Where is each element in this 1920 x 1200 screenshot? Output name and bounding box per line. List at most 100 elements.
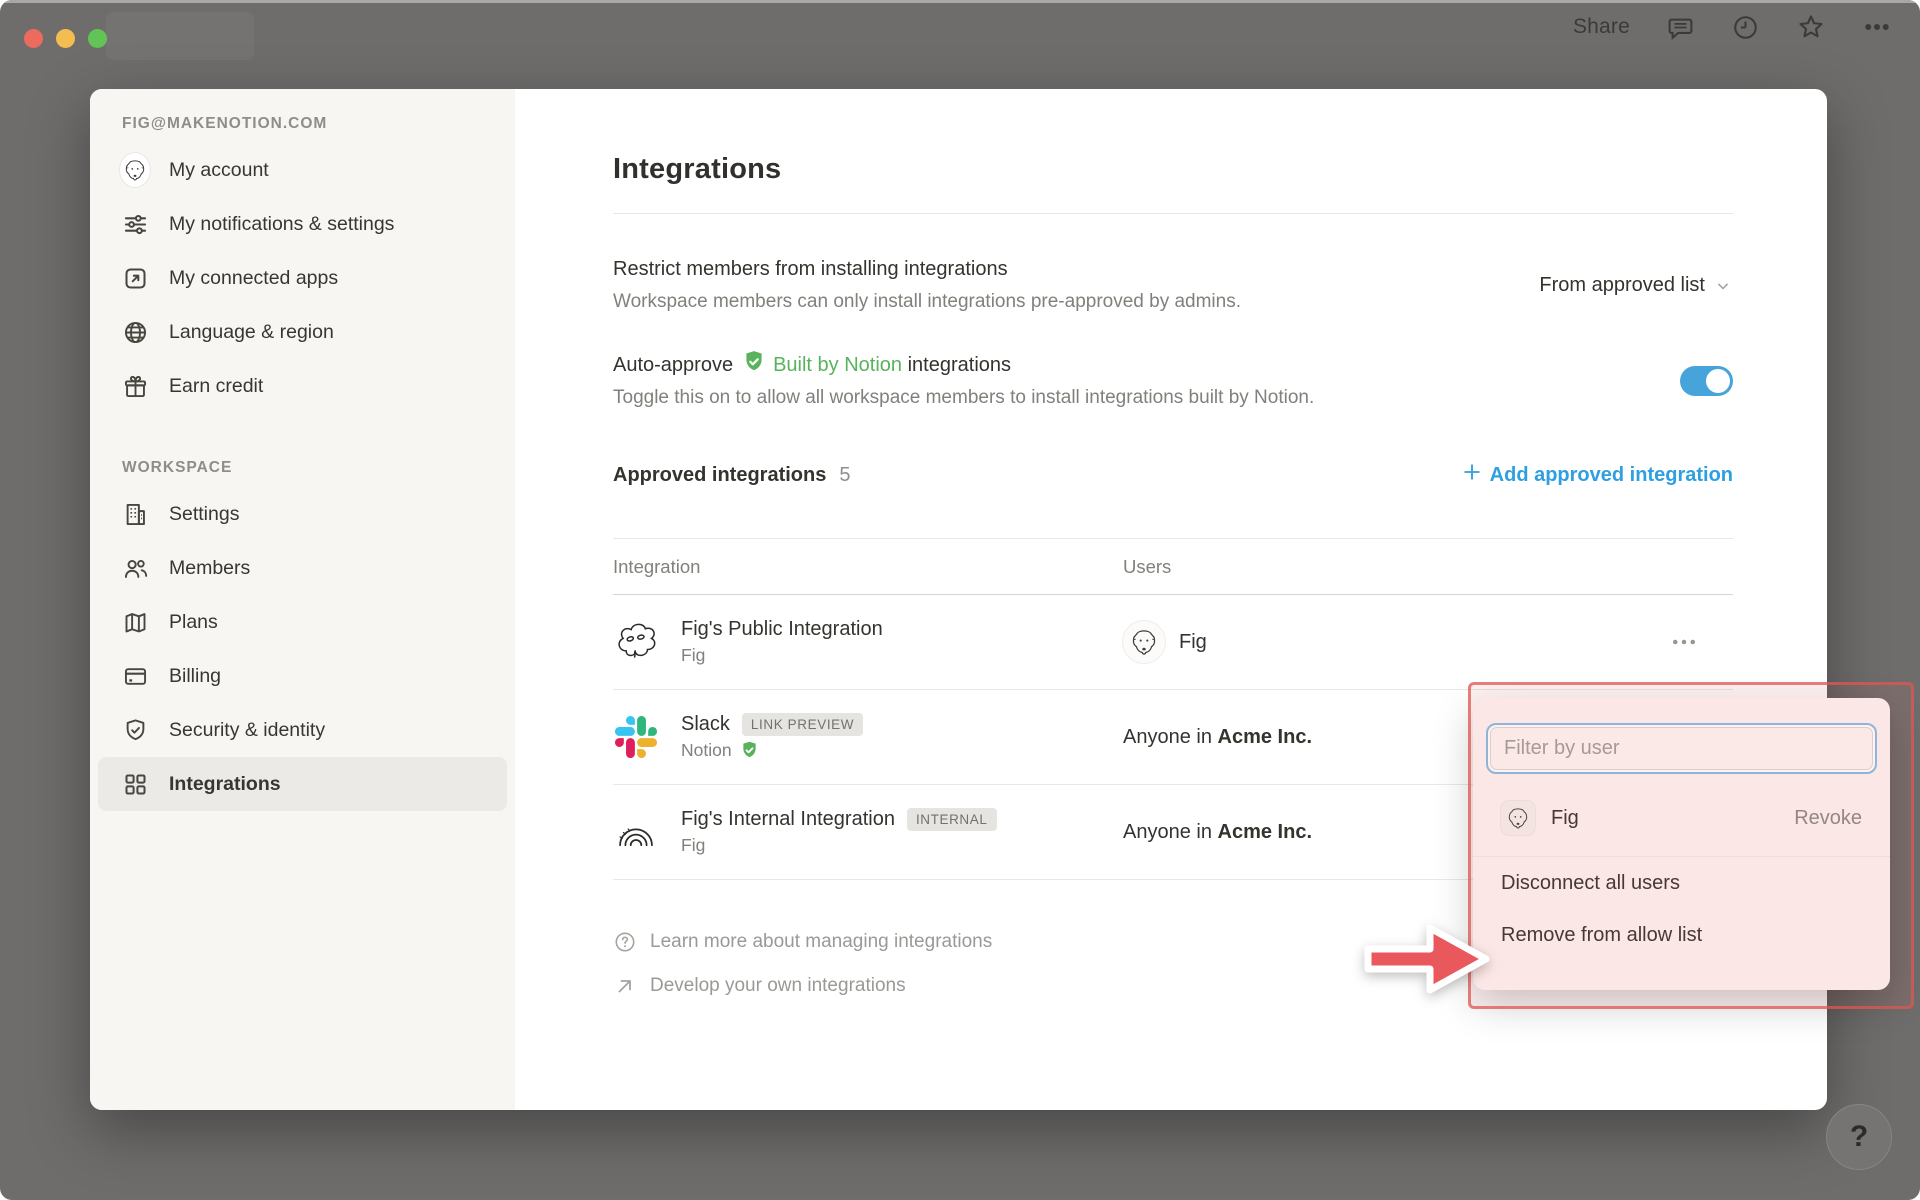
arrow-up-right-icon [613,974,637,998]
revoke-button[interactable]: Revoke [1794,807,1862,830]
map-icon [120,609,150,636]
restrict-setting-row: Restrict members from installing integra… [613,255,1733,316]
auto-approve-title: Auto-approve Built by Notion integrations [613,349,1314,379]
column-header-users: Users [1123,555,1172,577]
column-header-integration: Integration [613,555,701,577]
table-row[interactable]: Fig's Public Integration Fig Fig [613,595,1733,689]
question-circle-icon [613,930,637,954]
integration-name: Fig's Public Integration [681,618,883,640]
arcs-integration-icon [613,809,659,855]
sidebar-item-label: My notifications & settings [169,212,395,235]
sidebar-item-billing[interactable]: Billing [98,649,507,703]
arrow-up-right-box-icon [120,265,150,292]
page-title: Integrations [613,153,782,185]
verified-shield-icon [739,740,760,761]
updates-clock-icon[interactable] [1731,13,1760,42]
gift-icon [120,373,150,400]
more-options-icon[interactable] [1862,12,1892,42]
sidebar-item-settings[interactable]: Settings [98,487,507,541]
sidebar-tab-ghost [106,12,254,60]
popup-user-name: Fig [1551,806,1579,829]
sidebar-item-plans[interactable]: Plans [98,595,507,649]
integration-owner: Notion [681,740,863,761]
sidebar-item-my-account[interactable]: My account [98,143,507,197]
integration-users-popup: Fig Revoke Disconnect all users Remove f… [1473,698,1890,990]
remove-from-allow-list-item[interactable]: Remove from allow list [1473,909,1890,961]
built-by-notion-label: Built by Notion [773,354,903,376]
auto-approve-toggle[interactable] [1680,365,1733,396]
row-actions-menu-button[interactable] [1647,627,1733,657]
account-email-header: FIG@MAKENOTION.COM [122,115,328,132]
sidebar-item-earn-credit[interactable]: Earn credit [98,359,507,413]
add-approved-integration-button[interactable]: Add approved integration [1461,461,1733,489]
restrict-dropdown-value: From approved list [1539,274,1705,296]
slack-logo-icon [613,714,659,760]
grid-icon [120,771,150,798]
share-button[interactable]: Share [1573,15,1630,39]
integration-owner: Fig [681,645,706,665]
filter-input-wrap [1486,723,1877,774]
integration-name: Fig's Internal Integration [681,808,895,830]
sidebar-item-security-identity[interactable]: Security & identity [98,703,507,757]
users-cell: Fig [1123,621,1647,663]
popup-user-row: Fig Revoke [1501,796,1862,840]
sidebar-item-label: Settings [169,502,240,525]
sidebar-item-integrations[interactable]: Integrations [98,757,507,811]
approved-integrations-header: Approved integrations 5 Add approved int… [613,461,1733,489]
sidebar-item-label: Language & region [169,320,334,343]
close-window-button[interactable] [24,29,43,48]
fig-avatar [1501,801,1535,835]
integration-name: Slack [681,713,730,735]
sliders-icon [120,211,150,238]
sidebar-item-label: My connected apps [169,266,339,289]
zoom-window-button[interactable] [88,29,107,48]
fig-avatar [1123,621,1165,663]
sidebar-item-label: Billing [169,664,222,687]
building-icon [120,501,150,528]
workspace-header: WORKSPACE [122,459,233,476]
toggle-knob [1706,368,1730,393]
filter-by-user-input[interactable] [1490,727,1873,770]
window-top-edge [0,0,1920,3]
title-divider [613,213,1733,214]
ellipsis-icon [1673,639,1695,645]
integration-badge: INTERNAL [906,808,997,831]
chevron-down-icon [1713,276,1733,296]
people-icon [120,555,150,582]
sidebar-item-notifications-settings[interactable]: My notifications & settings [98,197,507,251]
minimize-window-button[interactable] [56,29,75,48]
help-button[interactable]: ? [1826,1104,1892,1170]
restrict-dropdown[interactable]: From approved list [1539,274,1733,297]
approved-integrations-title: Approved integrations [613,463,827,486]
sidebar-item-label: Plans [169,610,218,633]
sidebar-item-label: Earn credit [169,374,264,397]
settings-sidebar: FIG@MAKENOTION.COM My account My notific… [90,89,515,1110]
sidebar-item-members[interactable]: Members [98,541,507,595]
integration-badge: LINK PREVIEW [741,713,864,736]
auto-approve-setting-row: Auto-approve Built by Notion integrations… [613,349,1733,412]
sidebar-item-label: Integrations [169,772,281,795]
sidebar-item-label: Security & identity [169,718,326,741]
user-name: Fig [1179,630,1207,653]
restrict-title: Restrict members from installing integra… [613,258,1008,280]
globe-icon [120,319,150,346]
favorite-star-icon[interactable] [1796,12,1826,42]
auto-approve-desc: Toggle this on to allow all workspace me… [613,387,1315,408]
restrict-desc: Workspace members can only install integ… [613,291,1242,312]
user-avatar-icon [120,153,150,187]
traffic-lights [24,29,107,48]
app-window: Share FIG@MAKENOTION.COM My account My n… [0,0,1920,1200]
verified-shield-icon [741,349,767,375]
shield-check-icon [120,717,150,744]
sidebar-item-connected-apps[interactable]: My connected apps [98,251,507,305]
annotation-arrow-icon [1364,924,1490,994]
plus-icon [1461,461,1483,489]
topbar-actions: Share [1573,12,1892,42]
sidebar-item-label: My account [169,158,269,181]
comments-icon[interactable] [1666,13,1695,42]
scribble-integration-icon [613,619,659,665]
approved-integrations-count: 5 [839,463,851,486]
sidebar-item-language-region[interactable]: Language & region [98,305,507,359]
sidebar-item-label: Members [169,556,251,579]
disconnect-all-users-item[interactable]: Disconnect all users [1473,857,1890,909]
